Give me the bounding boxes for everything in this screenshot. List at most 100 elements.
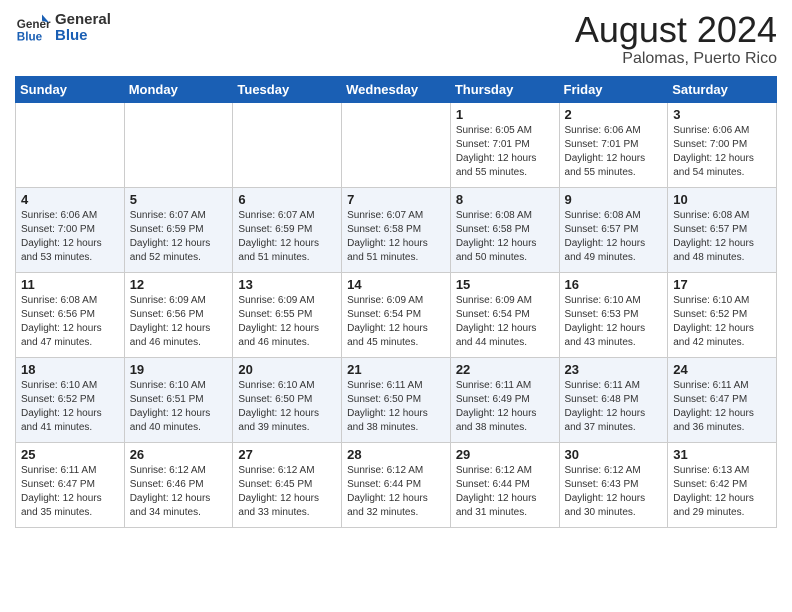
cell-info: Sunrise: 6:09 AM Sunset: 6:56 PM Dayligh… [130,294,228,350]
weekday-header-thursday: Thursday [450,76,559,102]
month-year: August 2024 [575,10,777,50]
cell-info: Sunrise: 6:08 AM Sunset: 6:57 PM Dayligh… [565,209,663,265]
calendar-cell: 4 Sunrise: 6:06 AM Sunset: 7:00 PM Daylig… [16,187,125,272]
calendar-cell: 2 Sunrise: 6:06 AM Sunset: 7:01 PM Daylig… [559,102,668,187]
logo: General Blue General Blue [15,10,111,46]
cell-info: Sunrise: 6:13 AM Sunset: 6:42 PM Dayligh… [673,464,771,520]
cell-info: Sunrise: 6:07 AM Sunset: 6:59 PM Dayligh… [130,209,228,265]
calendar-cell: 21 Sunrise: 6:11 AM Sunset: 6:50 PM Dayli… [342,357,451,442]
cell-info: Sunrise: 6:07 AM Sunset: 6:59 PM Dayligh… [238,209,336,265]
calendar-cell: 23 Sunrise: 6:11 AM Sunset: 6:48 PM Dayli… [559,357,668,442]
day-number: 8 [456,192,554,207]
calendar-cell: 26 Sunrise: 6:12 AM Sunset: 6:46 PM Dayli… [124,442,233,527]
day-number: 29 [456,447,554,462]
cell-info: Sunrise: 6:06 AM Sunset: 7:00 PM Dayligh… [21,209,119,265]
day-number: 26 [130,447,228,462]
calendar-cell: 17 Sunrise: 6:10 AM Sunset: 6:52 PM Dayli… [668,272,777,357]
svg-text:Blue: Blue [17,31,43,44]
day-number: 13 [238,277,336,292]
cell-info: Sunrise: 6:11 AM Sunset: 6:47 PM Dayligh… [673,379,771,435]
cell-info: Sunrise: 6:11 AM Sunset: 6:50 PM Dayligh… [347,379,445,435]
calendar-cell: 16 Sunrise: 6:10 AM Sunset: 6:53 PM Dayli… [559,272,668,357]
day-number: 22 [456,362,554,377]
cell-info: Sunrise: 6:10 AM Sunset: 6:51 PM Dayligh… [130,379,228,435]
day-number: 19 [130,362,228,377]
calendar-cell [124,102,233,187]
calendar-cell: 5 Sunrise: 6:07 AM Sunset: 6:59 PM Daylig… [124,187,233,272]
calendar-cell: 31 Sunrise: 6:13 AM Sunset: 6:42 PM Dayli… [668,442,777,527]
title-block: August 2024 Palomas, Puerto Rico [575,10,777,68]
cell-info: Sunrise: 6:11 AM Sunset: 6:48 PM Dayligh… [565,379,663,435]
day-number: 6 [238,192,336,207]
calendar-cell [233,102,342,187]
day-number: 14 [347,277,445,292]
calendar-cell: 6 Sunrise: 6:07 AM Sunset: 6:59 PM Daylig… [233,187,342,272]
week-row-2: 4 Sunrise: 6:06 AM Sunset: 7:00 PM Daylig… [16,187,777,272]
calendar-cell: 18Sunrise: 6:10 AM Sunset: 6:52 PM Dayli… [16,357,125,442]
cell-info: Sunrise: 6:12 AM Sunset: 6:45 PM Dayligh… [238,464,336,520]
calendar-cell: 8Sunrise: 6:08 AM Sunset: 6:58 PM Daylig… [450,187,559,272]
weekday-header-tuesday: Tuesday [233,76,342,102]
calendar-cell: 22 Sunrise: 6:11 AM Sunset: 6:49 PM Dayli… [450,357,559,442]
cell-info: Sunrise: 6:12 AM Sunset: 6:46 PM Dayligh… [130,464,228,520]
day-number: 17 [673,277,771,292]
cell-info: Sunrise: 6:07 AM Sunset: 6:58 PM Dayligh… [347,209,445,265]
day-number: 30 [565,447,663,462]
day-number: 15 [456,277,554,292]
cell-info: Sunrise: 6:09 AM Sunset: 6:54 PM Dayligh… [347,294,445,350]
day-number: 31 [673,447,771,462]
calendar-cell: 28Sunrise: 6:12 AM Sunset: 6:44 PM Dayli… [342,442,451,527]
cell-info: Sunrise: 6:09 AM Sunset: 6:55 PM Dayligh… [238,294,336,350]
week-row-4: 18Sunrise: 6:10 AM Sunset: 6:52 PM Dayli… [16,357,777,442]
day-number: 3 [673,107,771,122]
day-number: 16 [565,277,663,292]
day-number: 12 [130,277,228,292]
calendar-cell: 12 Sunrise: 6:09 AM Sunset: 6:56 PM Dayli… [124,272,233,357]
day-number: 4 [21,192,119,207]
day-number: 1 [456,107,554,122]
day-number: 5 [130,192,228,207]
cell-info: Sunrise: 6:10 AM Sunset: 6:52 PM Dayligh… [673,294,771,350]
cell-info: Sunrise: 6:12 AM Sunset: 6:44 PM Dayligh… [347,464,445,520]
cell-info: Sunrise: 6:10 AM Sunset: 6:50 PM Dayligh… [238,379,336,435]
calendar-cell: 19 Sunrise: 6:10 AM Sunset: 6:51 PM Dayli… [124,357,233,442]
calendar-cell: 14 Sunrise: 6:09 AM Sunset: 6:54 PM Dayli… [342,272,451,357]
cell-info: Sunrise: 6:06 AM Sunset: 7:00 PM Dayligh… [673,124,771,180]
day-number: 25 [21,447,119,462]
calendar-cell: 24Sunrise: 6:11 AM Sunset: 6:47 PM Dayli… [668,357,777,442]
calendar-cell: 10Sunrise: 6:08 AM Sunset: 6:57 PM Dayli… [668,187,777,272]
day-number: 2 [565,107,663,122]
calendar-cell [16,102,125,187]
calendar-cell: 11 Sunrise: 6:08 AM Sunset: 6:56 PM Dayli… [16,272,125,357]
week-row-5: 25Sunrise: 6:11 AM Sunset: 6:47 PM Dayli… [16,442,777,527]
cell-info: Sunrise: 6:10 AM Sunset: 6:52 PM Dayligh… [21,379,119,435]
day-number: 21 [347,362,445,377]
cell-info: Sunrise: 6:09 AM Sunset: 6:54 PM Dayligh… [456,294,554,350]
cell-info: Sunrise: 6:08 AM Sunset: 6:56 PM Dayligh… [21,294,119,350]
week-row-3: 11 Sunrise: 6:08 AM Sunset: 6:56 PM Dayli… [16,272,777,357]
calendar-cell: 15 Sunrise: 6:09 AM Sunset: 6:54 PM Dayli… [450,272,559,357]
weekday-header-wednesday: Wednesday [342,76,451,102]
day-number: 23 [565,362,663,377]
calendar-cell: 9Sunrise: 6:08 AM Sunset: 6:57 PM Daylig… [559,187,668,272]
calendar-cell: 30Sunrise: 6:12 AM Sunset: 6:43 PM Dayli… [559,442,668,527]
calendar-cell: 27 Sunrise: 6:12 AM Sunset: 6:45 PM Dayli… [233,442,342,527]
calendar-body: 1Sunrise: 6:05 AM Sunset: 7:01 PM Daylig… [16,102,777,527]
calendar-table: SundayMondayTuesdayWednesdayThursdayFrid… [15,76,777,528]
calendar-cell: 3 Sunrise: 6:06 AM Sunset: 7:00 PM Daylig… [668,102,777,187]
header: General Blue General Blue August 2024 Pa… [15,10,777,68]
cell-info: Sunrise: 6:10 AM Sunset: 6:53 PM Dayligh… [565,294,663,350]
calendar-cell: 1Sunrise: 6:05 AM Sunset: 7:01 PM Daylig… [450,102,559,187]
weekday-header-friday: Friday [559,76,668,102]
cell-info: Sunrise: 6:06 AM Sunset: 7:01 PM Dayligh… [565,124,663,180]
weekday-header-sunday: Sunday [16,76,125,102]
location: Palomas, Puerto Rico [575,50,777,68]
day-number: 20 [238,362,336,377]
logo-blue: Blue [55,28,111,45]
weekday-header-row: SundayMondayTuesdayWednesdayThursdayFrid… [16,76,777,102]
logo-icon: General Blue [15,10,51,46]
day-number: 11 [21,277,119,292]
day-number: 7 [347,192,445,207]
day-number: 27 [238,447,336,462]
cell-info: Sunrise: 6:11 AM Sunset: 6:49 PM Dayligh… [456,379,554,435]
